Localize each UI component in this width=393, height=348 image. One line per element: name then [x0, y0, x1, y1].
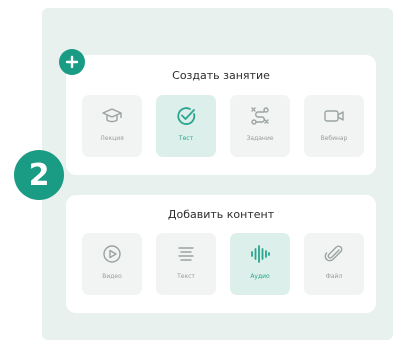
assignment-label: Задание: [246, 135, 274, 142]
video-camera-icon: [324, 110, 344, 122]
create-lesson-card: Создать занятие Лекция Тест Задание Веби…: [66, 55, 376, 175]
lecture-tile[interactable]: Лекция: [82, 95, 142, 157]
text-tile[interactable]: Текст: [156, 233, 216, 295]
assignment-tile[interactable]: Задание: [230, 95, 290, 157]
add-content-title: Добавить контент: [167, 208, 275, 221]
paperclip-icon: [324, 245, 343, 262]
audio-label: Аудио: [250, 273, 270, 280]
audio-tile[interactable]: Аудио: [230, 233, 290, 295]
step-number-badge: 2: [14, 150, 64, 200]
add-button[interactable]: [59, 49, 85, 75]
text-lines-icon: [178, 247, 194, 261]
file-tile[interactable]: Файл: [304, 233, 364, 295]
file-label: Файл: [325, 273, 343, 280]
add-content-card: Добавить контент Видео Текст Аудио Файл: [66, 195, 376, 313]
create-lesson-title: Создать занятие: [172, 69, 270, 82]
lecture-label: Лекция: [100, 135, 124, 142]
check-circle-icon: [177, 107, 196, 125]
webinar-label: Вебинар: [320, 135, 348, 142]
test-tile[interactable]: Тест: [156, 95, 216, 157]
graduation-cap-icon: [102, 108, 122, 123]
route-icon: [251, 107, 269, 125]
play-circle-icon: [103, 245, 121, 263]
webinar-tile[interactable]: Вебинар: [304, 95, 364, 157]
test-label: Тест: [178, 135, 194, 142]
video-label: Видео: [102, 273, 122, 280]
plus-icon: [65, 55, 79, 69]
text-label: Текст: [177, 273, 195, 280]
audio-wave-icon: [251, 245, 270, 263]
video-tile[interactable]: Видео: [82, 233, 142, 295]
